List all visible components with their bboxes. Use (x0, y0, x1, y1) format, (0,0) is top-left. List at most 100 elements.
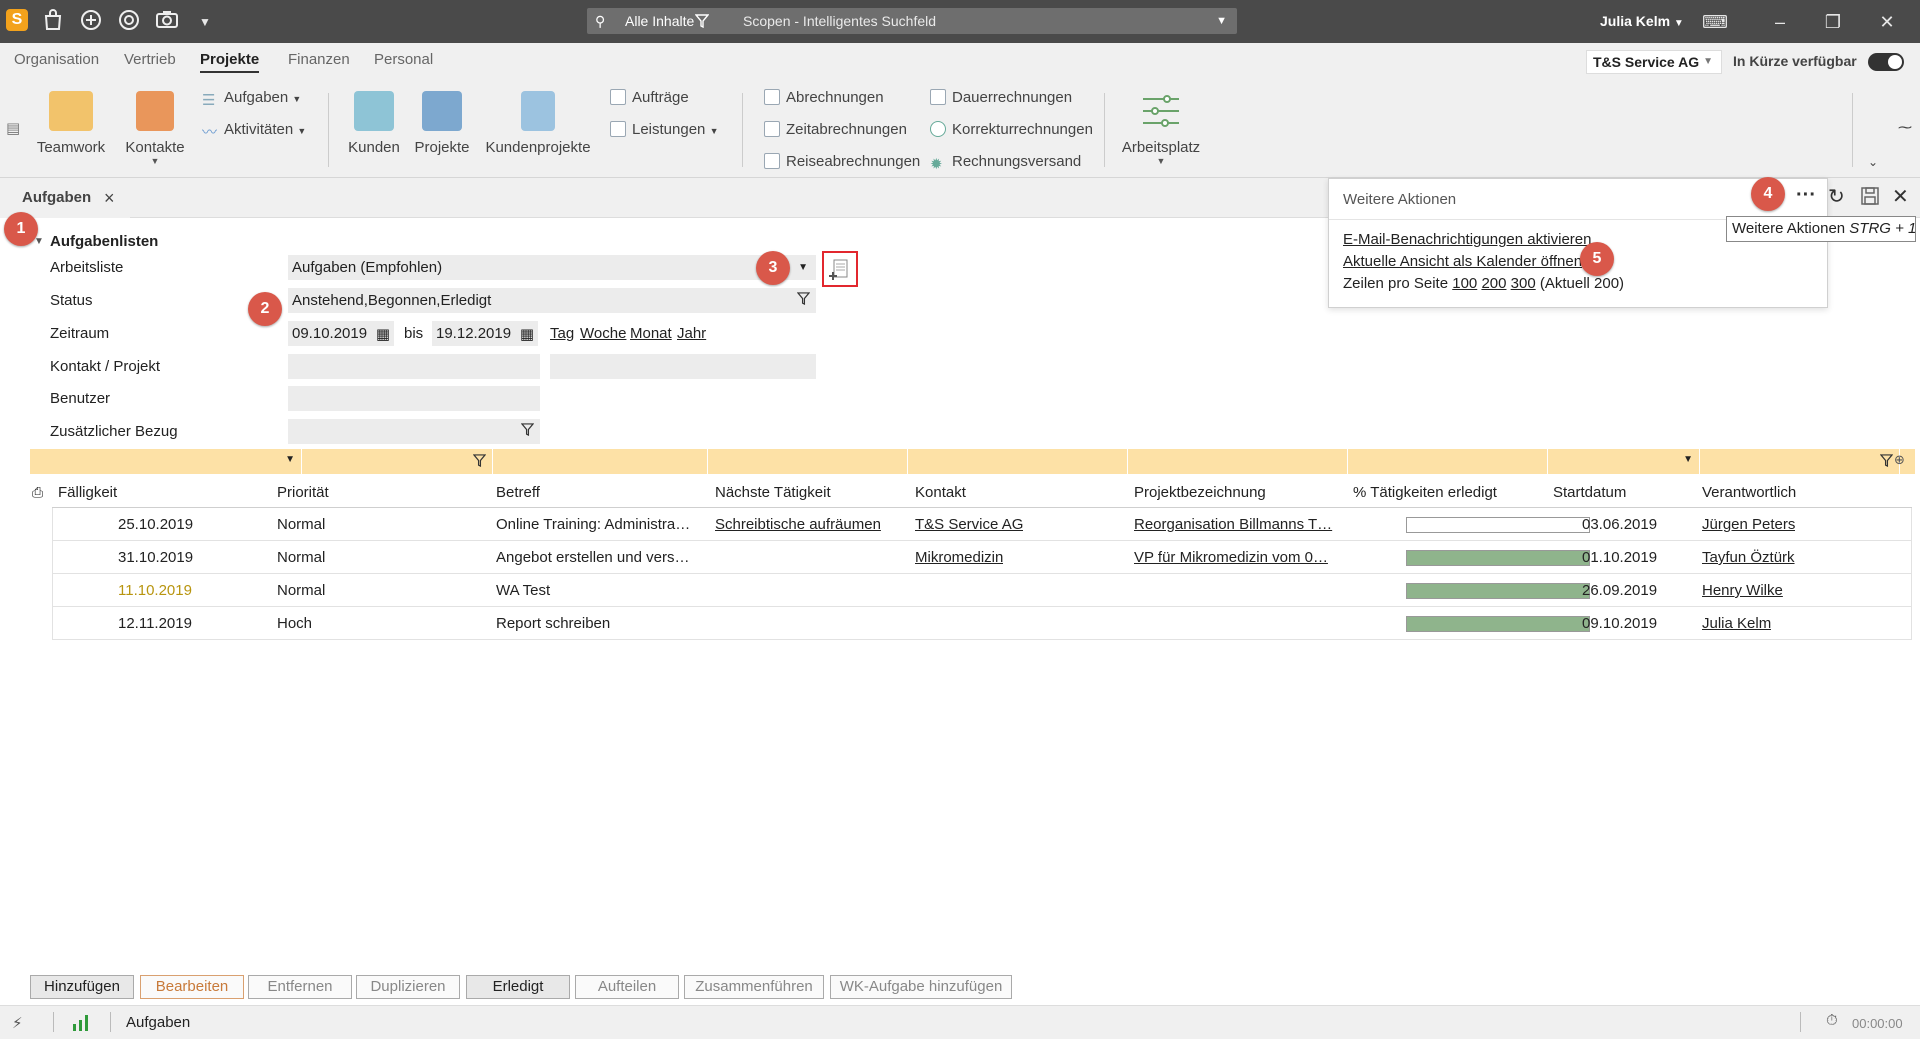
range-tag-link[interactable]: Tag (550, 325, 574, 342)
pulse-icon[interactable]: ⁓ (1898, 119, 1912, 136)
cell-projekt-link[interactable]: VP für Mikromedizin vom 0… (1134, 549, 1334, 566)
col-faelligkeit[interactable]: Fälligkeit (58, 484, 117, 501)
cell-kontakt-link[interactable]: T&S Service AG (915, 516, 1023, 533)
cell-verantw-link[interactable]: Jürgen Peters (1702, 516, 1795, 533)
notes-icon[interactable]: ⚡ (12, 1014, 23, 1032)
col-naechste[interactable]: Nächste Tätigkeit (715, 484, 831, 501)
filter-verantw[interactable] (1700, 449, 1900, 474)
filter-faelligkeit[interactable]: ▼ (52, 449, 302, 474)
cell-verantw-link[interactable]: Julia Kelm (1702, 615, 1771, 632)
bag-icon[interactable] (40, 9, 66, 35)
cell-naechste-link[interactable]: Schreibtische aufräumen (715, 516, 881, 533)
col-verantw[interactable]: Verantwortlich (1702, 484, 1796, 501)
ribbon-zeitabrechnungen[interactable]: Zeitabrechnungen (764, 121, 907, 138)
company-select[interactable]: T&S Service AG ▼ (1586, 50, 1722, 74)
menu-finanzen[interactable]: Finanzen (288, 51, 350, 68)
filter-prioritaet[interactable] (272, 449, 493, 474)
filter-naechste[interactable] (708, 449, 908, 474)
more-actions-icon[interactable]: ··· (1796, 184, 1816, 207)
camera-icon[interactable] (154, 9, 180, 35)
kontakt-field[interactable] (288, 354, 540, 379)
ribbon-kunden[interactable]: Kunden (344, 91, 404, 156)
ribbon-dauerrechnungen[interactable]: Dauerrechnungen (930, 89, 1072, 106)
benutzer-field[interactable] (288, 386, 540, 411)
bezug-field[interactable] (288, 419, 540, 444)
duplicate-button[interactable]: Duplizieren (356, 975, 460, 999)
menu-organisation[interactable]: Organisation (14, 51, 99, 68)
filter-start[interactable]: ▼ (1548, 449, 1700, 474)
search-dropdown-icon[interactable]: ▼ (1216, 8, 1227, 34)
table-row[interactable]: 11.10.2019 Normal WA Test 26.09.2019 Hen… (52, 574, 1912, 607)
stopwatch-icon[interactable]: ⏱ (1826, 1012, 1838, 1029)
remove-button[interactable]: Entfernen (248, 975, 352, 999)
ribbon-kontakte[interactable]: Kontakte ▼ (120, 91, 190, 166)
filter-icon[interactable] (694, 8, 710, 34)
add-button[interactable]: Hinzufügen (30, 975, 134, 999)
restore-icon[interactable]: ❐ (1818, 9, 1848, 35)
filter-pct[interactable] (1348, 449, 1548, 474)
calendar-icon[interactable]: ▦ (376, 322, 390, 347)
table-row[interactable]: 25.10.2019 Normal Online Training: Admin… (52, 508, 1912, 541)
ribbon-leistungen[interactable]: Leistungen ▼ (610, 121, 719, 138)
refresh-icon[interactable]: ↻ (1828, 184, 1845, 209)
range-jahr-link[interactable]: Jahr (677, 325, 706, 342)
rows-300-link[interactable]: 300 (1511, 275, 1536, 292)
cell-projekt-link[interactable]: Reorganisation Billmanns T… (1134, 516, 1334, 533)
filter-betreff[interactable] (493, 449, 708, 474)
ribbon-teamwork[interactable]: Teamwork (36, 91, 106, 156)
col-pct[interactable]: % Tätigkeiten erledigt (1353, 484, 1497, 501)
date-from-field[interactable]: 09.10.2019 ▦ (288, 321, 394, 346)
coming-soon-toggle[interactable] (1868, 53, 1904, 71)
split-button[interactable]: Aufteilen (575, 975, 679, 999)
close-icon[interactable]: × (104, 178, 115, 218)
menu-projekte[interactable]: Projekte (200, 51, 260, 73)
date-to-field[interactable]: 19.12.2019 ▦ (432, 321, 538, 346)
ribbon-kundenprojekte[interactable]: Kundenprojekte (484, 91, 592, 156)
col-prioritaet[interactable]: Priorität (277, 484, 329, 501)
lifebuoy-icon[interactable] (116, 9, 142, 35)
arbeitsliste-select[interactable]: Aufgaben (Empfohlen) ▼ (288, 255, 816, 280)
menu-vertrieb[interactable]: Vertrieb (124, 51, 176, 68)
new-list-button[interactable] (822, 251, 858, 287)
plus-circle-icon[interactable] (78, 9, 104, 35)
minimize-icon[interactable]: – (1765, 9, 1795, 35)
col-projekt[interactable]: Projektbezeichnung (1134, 484, 1266, 501)
ribbon-arbeitsplatz[interactable]: Arbeitsplatz ▼ (1118, 91, 1204, 166)
user-menu[interactable]: Julia Kelm ▼ (1600, 13, 1684, 29)
add-column-icon[interactable]: ⊕ (1894, 452, 1905, 468)
range-monat-link[interactable]: Monat (630, 325, 672, 342)
email-notify-link[interactable]: E-Mail-Benachrichtigungen aktivieren (1343, 231, 1591, 248)
range-woche-link[interactable]: Woche (580, 325, 626, 342)
ribbon-collapse-icon[interactable]: ⌄ (1868, 155, 1878, 169)
table-row[interactable]: 31.10.2019 Normal Angebot erstellen und … (52, 541, 1912, 574)
ribbon-aufgaben[interactable]: ☰ Aufgaben ▼ (202, 89, 301, 109)
cell-verantw-link[interactable]: Tayfun Öztürk (1702, 549, 1795, 566)
rows-200-link[interactable]: 200 (1481, 275, 1506, 292)
chevron-down-icon[interactable]: ▼ (192, 9, 218, 35)
ribbon-rechnungsversand[interactable]: ✹ Rechnungsversand (930, 153, 1081, 173)
wk-task-add-button[interactable]: WK-Aufgabe hinzufügen (830, 975, 1012, 999)
sidebar-toggle-icon[interactable]: ▤ (6, 119, 20, 137)
ribbon-korrekturrechnungen[interactable]: Korrekturrechnungen (930, 121, 1093, 138)
save-icon[interactable] (1860, 186, 1880, 210)
table-row[interactable]: 12.11.2019 Hoch Report schreiben 09.10.2… (52, 607, 1912, 640)
smart-search-field[interactable]: ⚲ Alle Inhalte Scopen - Intelligentes Su… (587, 8, 1237, 34)
col-betreff[interactable]: Betreff (496, 484, 540, 501)
close-window-icon[interactable]: ✕ (1872, 9, 1902, 35)
calendar-view-link[interactable]: Aktuelle Ansicht als Kalender öffnen (1343, 253, 1582, 270)
ribbon-aktivitaeten[interactable]: 〰 Aktivitäten ▼ (202, 121, 306, 141)
search-scope[interactable]: Alle Inhalte (625, 8, 694, 34)
cell-verantw-link[interactable]: Henry Wilke (1702, 582, 1783, 599)
keyboard-icon[interactable]: ⌨ (1700, 9, 1730, 35)
calendar-icon[interactable]: ▦ (520, 322, 534, 347)
rows-100-link[interactable]: 100 (1452, 275, 1477, 292)
filter-projekt[interactable] (1128, 449, 1348, 474)
print-icon[interactable]: ⎙ (32, 484, 43, 501)
signal-icon[interactable] (72, 1014, 90, 1036)
status-select[interactable]: Anstehend,Begonnen,Erledigt (288, 288, 816, 313)
edit-button[interactable]: Bearbeiten (140, 975, 244, 999)
ribbon-abrechnungen[interactable]: Abrechnungen (764, 89, 884, 106)
ribbon-projekte[interactable]: Projekte (412, 91, 472, 156)
cell-kontakt-link[interactable]: Mikromedizin (915, 549, 1003, 566)
projekt-field[interactable] (550, 354, 816, 379)
